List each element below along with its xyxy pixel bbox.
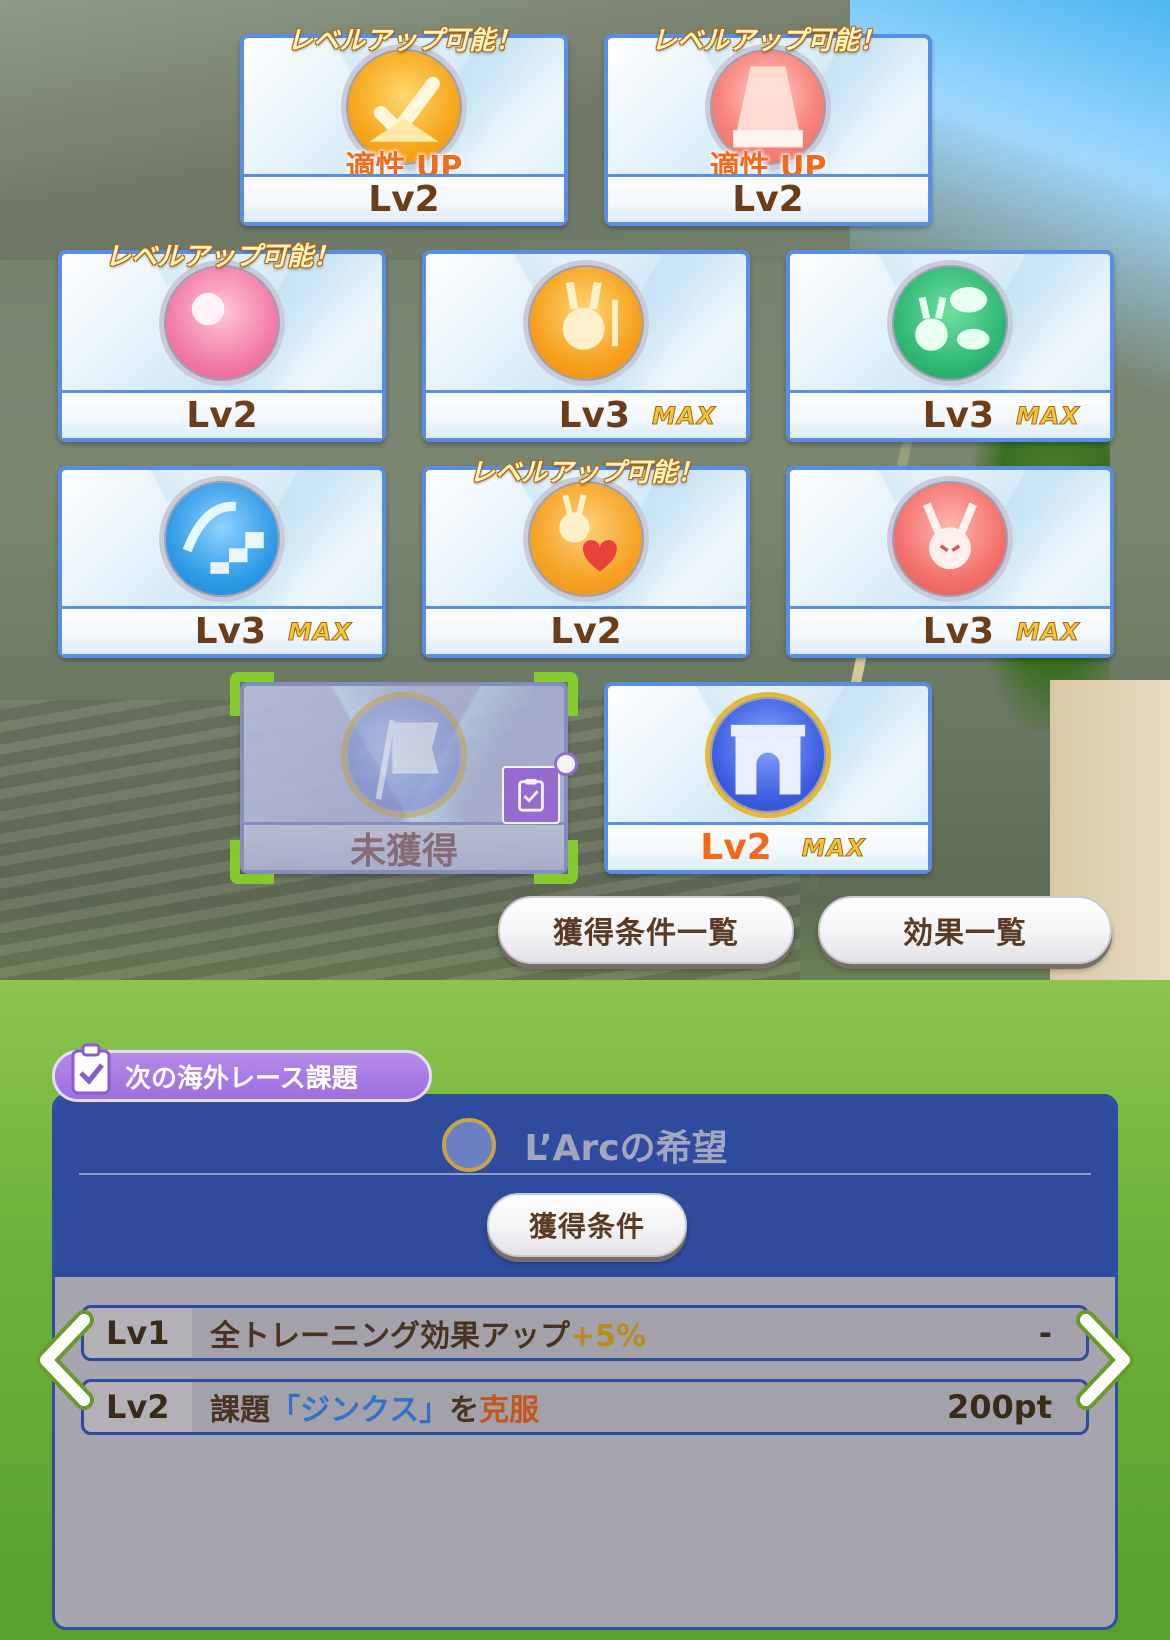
skill-level: Lv3 <box>922 395 995 436</box>
clipboard-task-icon <box>502 766 560 824</box>
divider <box>79 1173 1091 1175</box>
book-medal-icon <box>442 1118 497 1172</box>
level-up-available-badge: レベルアップ可能！ <box>468 458 704 488</box>
next-overseas-race-task-header: 次の海外レース課題 <box>52 1043 432 1102</box>
task-title: L’Arcの希望 <box>524 1128 728 1169</box>
condition-row: Lv1 全トレーニング効果アップ+5% - <box>81 1305 1089 1361</box>
selection-corner <box>534 672 578 716</box>
skill-level: Lv2 <box>550 611 622 652</box>
skill-level: Lv3 <box>922 611 995 652</box>
skill-card-6[interactable]: Lv3 MAX <box>58 466 386 658</box>
skill-level: 未獲得 <box>349 830 458 872</box>
effects-list-button[interactable]: 効果一覧 <box>818 896 1112 964</box>
skill-level: Lv3 <box>194 611 267 652</box>
max-tag: MAX <box>288 617 352 646</box>
rabbit-fork-icon <box>523 260 649 386</box>
skill-card-8[interactable]: Lv3 MAX <box>786 466 1114 658</box>
stairs-arrow-icon <box>159 476 285 602</box>
condition-level: Lv1 <box>84 1308 192 1358</box>
condition-value: 200pt <box>947 1388 1052 1426</box>
skill-card-9-selected[interactable]: 未獲得 <box>230 672 578 884</box>
devil-rabbit-icon <box>887 476 1013 602</box>
rabbit-heart-icon <box>523 476 649 602</box>
level-up-available-badge: レベルアップ可能！ <box>104 242 340 272</box>
flag-wand-icon <box>341 692 467 818</box>
skill-level: Lv3 <box>558 395 631 436</box>
rabbit-chat-icon <box>887 260 1013 386</box>
task-title-row: L’Arcの希望 <box>55 1117 1115 1173</box>
selection-corner <box>230 840 274 884</box>
level-up-available-badge: レベルアップ可能！ <box>286 26 522 56</box>
previous-arrow-icon[interactable] <box>34 1310 94 1410</box>
level-up-available-badge: レベルアップ可能！ <box>650 26 886 56</box>
skill-level: Lv2 <box>186 395 258 436</box>
skill-card-10[interactable]: Lv2 MAX <box>604 682 932 874</box>
max-tag: MAX <box>652 401 716 430</box>
condition-level: Lv2 <box>84 1382 192 1432</box>
condition-description: 課題「ジンクス」を克服 <box>210 1393 540 1428</box>
condition-list: Lv1 全トレーニング効果アップ+5% - Lv2 課題「ジンクス」を克服 20… <box>81 1305 1089 1453</box>
skill-level: Lv2 <box>368 179 440 220</box>
skill-level: Lv2 <box>700 827 772 868</box>
condition-description: 全トレーニング効果アップ+5% <box>210 1319 647 1354</box>
selection-corner <box>230 672 274 716</box>
skill-card-1[interactable]: 適性 UP Lv2 レベルアップ可能！ <box>240 26 568 226</box>
skill-level: Lv2 <box>732 179 804 220</box>
clipboard-check-icon <box>71 1043 111 1095</box>
max-tag: MAX <box>1016 401 1080 430</box>
task-panel: L’Arcの希望 獲得条件 Lv1 全トレーニング効果アップ+5% - Lv2 … <box>52 1094 1118 1630</box>
arc-de-triomphe-icon <box>705 692 831 818</box>
sun-moon-icon <box>159 260 285 386</box>
selection-corner <box>534 840 578 884</box>
skill-card-3[interactable]: Lv2 レベルアップ可能！ <box>58 242 386 442</box>
skill-card-7[interactable]: Lv2 レベルアップ可能！ <box>422 458 750 658</box>
acquisition-conditions-button[interactable]: 獲得条件 <box>487 1193 687 1257</box>
next-arrow-icon[interactable] <box>1076 1310 1136 1410</box>
skill-card-5[interactable]: Lv3 MAX <box>786 250 1114 442</box>
acquisition-conditions-list-button[interactable]: 獲得条件一覧 <box>498 896 794 964</box>
condition-row: Lv2 課題「ジンクス」を克服 200pt <box>81 1379 1089 1435</box>
notification-dot <box>554 752 578 776</box>
skill-card-4[interactable]: Lv3 MAX <box>422 250 750 442</box>
skill-card-2[interactable]: 適性 UP Lv2 レベルアップ可能！ <box>604 26 932 226</box>
max-tag: MAX <box>1016 617 1080 646</box>
max-tag: MAX <box>801 833 866 862</box>
task-header-label: 次の海外レース課題 <box>125 1063 358 1094</box>
